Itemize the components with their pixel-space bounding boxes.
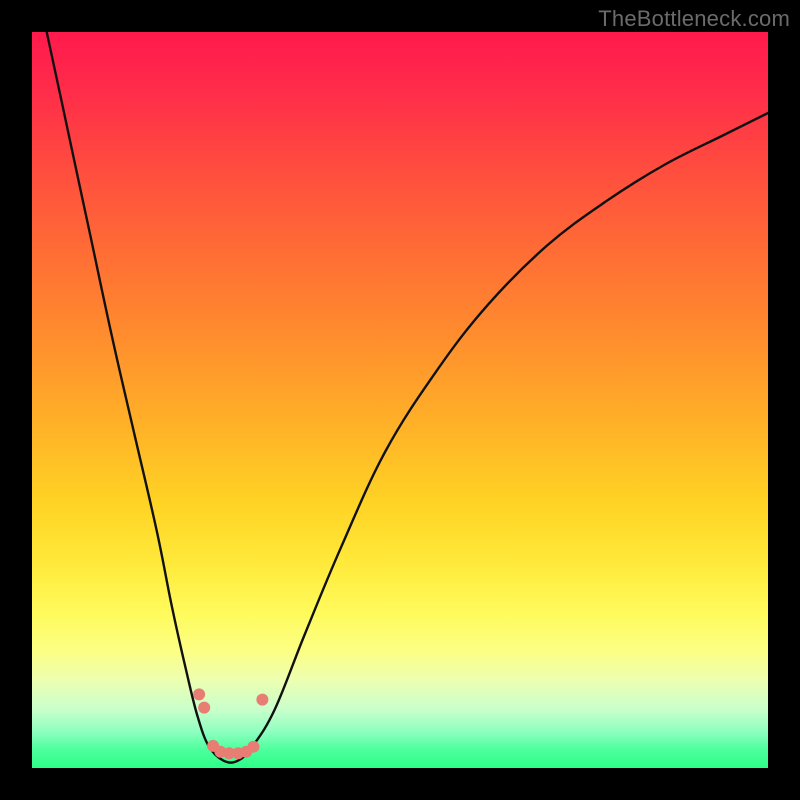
- data-marker: [256, 694, 268, 706]
- watermark-text: TheBottleneck.com: [598, 6, 790, 32]
- plot-area: [32, 32, 768, 768]
- bottleneck-curve-path: [47, 32, 768, 763]
- data-marker: [193, 688, 205, 700]
- data-marker: [198, 702, 210, 714]
- bottleneck-chart: [32, 32, 768, 768]
- data-markers: [193, 688, 268, 759]
- curve-layer: [47, 32, 768, 763]
- data-marker: [248, 741, 260, 753]
